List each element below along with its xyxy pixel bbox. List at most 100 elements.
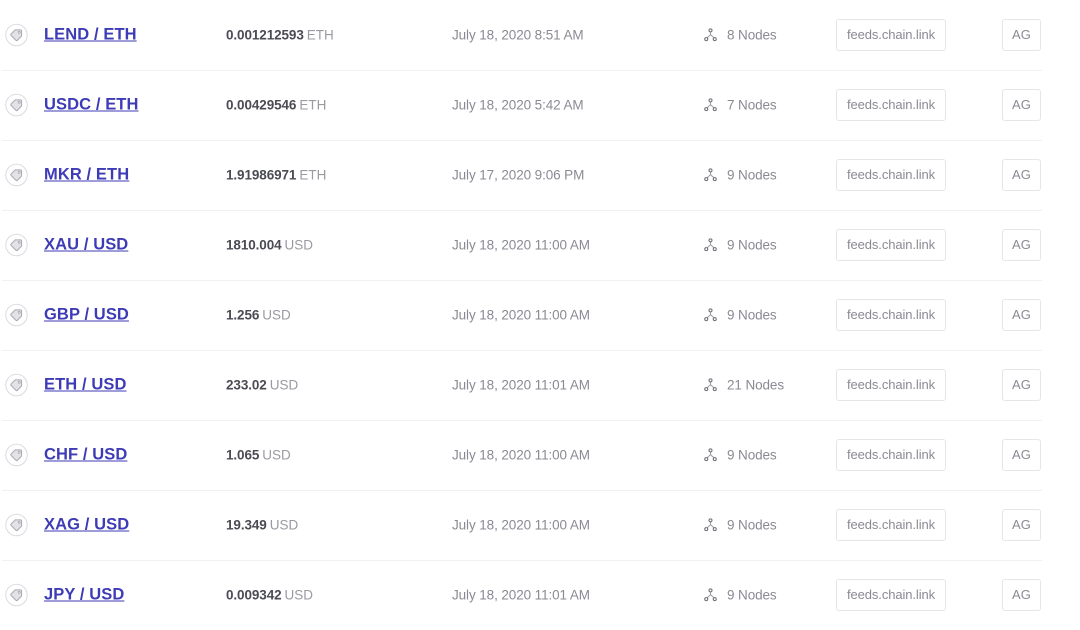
- tag-icon: [5, 233, 28, 257]
- table-row[interactable]: CHF / USD 1.065 USD July 18, 2020 11:00 A…: [0, 420, 1080, 490]
- feed-org-badge[interactable]: AG: [1002, 89, 1041, 121]
- feed-nodes-cell: 9 Nodes: [703, 448, 777, 463]
- feed-value-cell: 1.91986971 ETH: [226, 168, 326, 183]
- table-row[interactable]: JPY / USD 0.009342 USD July 18, 2020 11:0…: [0, 560, 1080, 630]
- feed-nodes-label: 9 Nodes: [727, 517, 777, 533]
- feed-nodes-cell: 8 Nodes: [703, 28, 777, 43]
- feed-source-cell: feeds.chain.link: [836, 89, 947, 121]
- table-row[interactable]: USDC / ETH 0.00429546 ETH July 18, 2020 5…: [0, 70, 1080, 140]
- feed-value-cell: 19.349 USD: [226, 518, 298, 533]
- feed-source-badge[interactable]: feeds.chain.link: [836, 439, 947, 471]
- feed-org-badge[interactable]: AG: [1002, 19, 1041, 51]
- feed-value-amount: 0.009342: [226, 587, 282, 603]
- feed-org-badge[interactable]: AG: [1002, 579, 1041, 611]
- feed-value-cell: 0.00429546 ETH: [226, 98, 326, 113]
- nodes-network-icon: [704, 308, 717, 322]
- feed-nodes-cell: 21 Nodes: [703, 378, 784, 393]
- feed-timestamp: July 18, 2020 11:00 AM: [452, 237, 590, 253]
- feed-value-cell: 233.02 USD: [226, 378, 298, 393]
- feed-value-cell: 0.001212593 ETH: [226, 28, 334, 43]
- feed-timestamp: July 17, 2020 9:06 PM: [452, 167, 585, 183]
- feed-tag-cell: [5, 93, 28, 117]
- feed-pair-link[interactable]: XAG / USD: [44, 516, 129, 535]
- feed-value-cell: 1.256 USD: [226, 308, 291, 323]
- feed-tag-cell: [5, 23, 28, 47]
- feed-timestamp: July 18, 2020 11:00 AM: [452, 517, 590, 533]
- tag-icon: [5, 23, 28, 47]
- feed-pair-link[interactable]: CHF / USD: [44, 446, 127, 465]
- feed-value-amount: 1.91986971: [226, 167, 297, 183]
- feed-org-badge[interactable]: AG: [1002, 369, 1041, 401]
- feed-timestamp: July 18, 2020 5:42 AM: [452, 97, 584, 113]
- feed-value-cell: 1810.004 USD: [226, 238, 313, 253]
- feed-source-badge[interactable]: feeds.chain.link: [836, 369, 947, 401]
- feed-value-unit: USD: [269, 517, 299, 533]
- feed-tag-cell: [5, 583, 28, 607]
- nodes-network-icon: [704, 378, 717, 392]
- feed-org-badge[interactable]: AG: [1002, 159, 1041, 191]
- feed-value-unit: ETH: [306, 27, 334, 43]
- feed-value-cell: 1.065 USD: [226, 448, 291, 463]
- feed-source-badge[interactable]: feeds.chain.link: [836, 229, 947, 261]
- feed-org-cell: AG: [1002, 229, 1041, 261]
- feed-pair-link[interactable]: USDC / ETH: [44, 96, 139, 115]
- feed-pair-link[interactable]: ETH / USD: [44, 376, 127, 395]
- feed-tag-cell: [5, 443, 28, 467]
- feed-pair-link[interactable]: JPY / USD: [44, 586, 124, 605]
- table-row[interactable]: MKR / ETH 1.91986971 ETH July 17, 2020 9:…: [0, 140, 1080, 210]
- feed-org-badge[interactable]: AG: [1002, 229, 1041, 261]
- feed-tag-cell: [5, 163, 28, 187]
- nodes-network-icon: [704, 588, 717, 602]
- feed-source-badge[interactable]: feeds.chain.link: [836, 19, 947, 51]
- feed-timestamp: July 18, 2020 11:00 AM: [452, 307, 590, 323]
- feed-source-badge[interactable]: feeds.chain.link: [836, 509, 947, 541]
- feed-source-badge[interactable]: feeds.chain.link: [836, 159, 947, 191]
- feed-timestamp: July 18, 2020 11:00 AM: [452, 447, 590, 463]
- feed-tag-cell: [5, 303, 28, 327]
- feed-nodes-cell: 9 Nodes: [703, 238, 777, 253]
- nodes-network-icon: [704, 448, 717, 462]
- tag-icon: [5, 513, 28, 537]
- table-row[interactable]: XAG / USD 19.349 USD July 18, 2020 11:00 …: [0, 490, 1080, 560]
- feed-nodes-cell: 9 Nodes: [703, 588, 777, 603]
- feed-value-unit: USD: [262, 447, 291, 463]
- feed-value-unit: USD: [284, 237, 314, 253]
- feed-nodes-label: 8 Nodes: [727, 27, 777, 43]
- feed-pair-link[interactable]: MKR / ETH: [44, 166, 129, 185]
- feed-source-badge[interactable]: feeds.chain.link: [836, 89, 947, 121]
- feed-source-cell: feeds.chain.link: [836, 19, 947, 51]
- feed-source-badge[interactable]: feeds.chain.link: [836, 299, 947, 331]
- feed-org-cell: AG: [1002, 579, 1041, 611]
- feed-value-unit: USD: [284, 587, 314, 603]
- table-row[interactable]: XAU / USD 1810.004 USD July 18, 2020 11:0…: [0, 210, 1080, 280]
- feed-nodes-cell: 9 Nodes: [703, 518, 777, 533]
- feed-timestamp: July 18, 2020 8:51 AM: [452, 27, 584, 43]
- feed-org-badge[interactable]: AG: [1002, 299, 1041, 331]
- feed-pair-link[interactable]: GBP / USD: [44, 306, 129, 325]
- table-row[interactable]: GBP / USD 1.256 USD July 18, 2020 11:00 A…: [0, 280, 1080, 350]
- nodes-network-icon: [704, 518, 717, 532]
- feed-org-badge[interactable]: AG: [1002, 509, 1041, 541]
- table-row[interactable]: ETH / USD 233.02 USD July 18, 2020 11:01 …: [0, 350, 1080, 420]
- feed-org-cell: AG: [1002, 439, 1041, 471]
- feed-tag-cell: [5, 233, 28, 257]
- feed-pair-link[interactable]: LEND / ETH: [44, 26, 137, 45]
- table-row[interactable]: LEND / ETH 0.001212593 ETH July 18, 2020 …: [0, 0, 1080, 70]
- feed-pair-link[interactable]: XAU / USD: [44, 236, 128, 255]
- nodes-network-icon: [704, 168, 717, 182]
- feed-nodes-label: 21 Nodes: [727, 377, 784, 393]
- feed-source-badge[interactable]: feeds.chain.link: [836, 579, 947, 611]
- feed-value-unit: USD: [269, 377, 299, 393]
- price-feed-table: LEND / ETH 0.001212593 ETH July 18, 2020 …: [0, 0, 1080, 624]
- feed-nodes-label: 9 Nodes: [727, 237, 777, 253]
- feed-timestamp: July 18, 2020 11:01 AM: [452, 587, 590, 603]
- nodes-network-icon: [704, 98, 717, 112]
- feed-source-cell: feeds.chain.link: [836, 159, 947, 191]
- nodes-network-icon: [704, 238, 717, 252]
- feed-org-cell: AG: [1002, 19, 1041, 51]
- feed-org-badge[interactable]: AG: [1002, 439, 1041, 471]
- feed-value-unit: USD: [262, 307, 291, 323]
- feed-nodes-label: 7 Nodes: [727, 97, 777, 113]
- feed-value-amount: 19.349: [226, 517, 267, 533]
- feed-tag-cell: [5, 513, 28, 537]
